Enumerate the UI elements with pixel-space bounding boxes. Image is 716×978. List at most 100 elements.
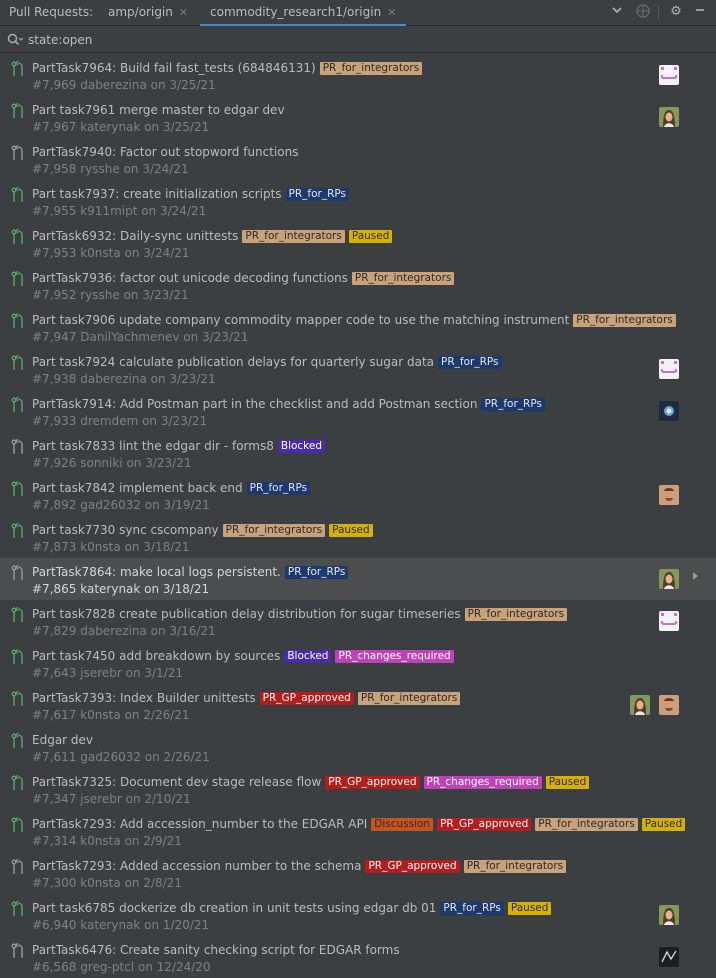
pull-request-meta: #7,829 daberezina on 3/16/21 — [32, 624, 216, 638]
pull-request-title-line: PartTask6476: Create sanity checking scr… — [32, 943, 400, 957]
pull-request-row[interactable]: PartTask7325: Document dev stage release… — [0, 768, 716, 810]
search-input[interactable]: state:open — [28, 33, 92, 47]
pull-request-title-line: Edgar dev — [32, 733, 93, 747]
pull-request-row[interactable]: PartTask6932: Daily-sync unittests PR_for… — [0, 222, 716, 264]
pull-request-row[interactable]: PartTask7293: Add accession_number to th… — [0, 810, 716, 852]
minimize-icon[interactable] — [692, 4, 708, 20]
pull-request-row[interactable]: PartTask7864: make local logs persistent… — [0, 558, 716, 600]
pull-request-title: PartTask7293: Added accession number to … — [32, 859, 362, 873]
label-badge: Blocked — [284, 650, 332, 663]
draft-pull-request-icon — [11, 144, 25, 161]
label-badge: PR_for_integrators — [535, 818, 638, 831]
pull-request-icon — [11, 102, 25, 119]
pull-request-row[interactable]: Part task7450 add breakdown by sources Bl… — [0, 642, 716, 684]
pull-request-title: Part task7842 implement back end — [32, 481, 243, 495]
tab-amp-origin[interactable]: amp/origin ✕ — [108, 0, 188, 26]
pull-request-meta: #7,643 jserebr on 3/1/21 — [32, 666, 183, 680]
pull-request-title: PartTask6932: Daily-sync unittests — [32, 229, 239, 243]
label-badge: PR_for_integrators — [319, 62, 423, 75]
pull-request-title-line: Part task7961 merge master to edgar dev — [32, 103, 285, 117]
chevron-down-icon[interactable] — [609, 4, 625, 20]
pull-request-row[interactable]: PartTask7293: Added accession number to … — [0, 852, 716, 894]
pull-request-row[interactable]: PartTask7914: Add Postman part in the ch… — [0, 390, 716, 432]
label-badge: Paused — [329, 524, 373, 537]
pull-request-row[interactable]: Part task6785 dockerize db creation in u… — [0, 894, 716, 936]
pull-request-meta: #6,940 katerynak on 1/20/21 — [32, 918, 210, 932]
chevron-right-icon[interactable] — [693, 572, 698, 580]
label-badge: PR_for_RPs — [246, 482, 311, 495]
label-badge: Paused — [545, 776, 590, 789]
pull-request-title: Part task7924 calculate publication dela… — [32, 355, 435, 369]
pull-request-title-line: PartTask7940: Factor out stopword functi… — [32, 145, 299, 159]
avatar — [659, 947, 679, 967]
pull-request-title: Part task7833 lint the edgar dir - forms… — [32, 439, 274, 453]
pull-request-icon — [11, 312, 25, 329]
pull-request-title: Part task7828 create publication delay d… — [32, 607, 461, 621]
pull-request-meta: #7,926 sonniki on 3/23/21 — [32, 456, 192, 470]
pull-request-row[interactable]: Part task7961 merge master to edgar dev #… — [0, 96, 716, 138]
avatar — [659, 107, 679, 127]
pull-request-row[interactable]: PartTask7936: factor out unicode decodin… — [0, 264, 716, 306]
pull-request-icon — [11, 690, 25, 707]
label-badge: PR_for_integrators — [357, 692, 461, 705]
pull-request-meta: #7,958 rysshe on 3/24/21 — [32, 162, 189, 176]
pull-request-row[interactable]: Part task7730 sync cscompany PR_for_integ… — [0, 516, 716, 558]
label-badge: PR_GP_approved — [437, 818, 532, 831]
tab-label: commodity_research1/origin — [210, 5, 382, 19]
pull-request-icon — [11, 186, 25, 203]
pull-request-row[interactable]: Part task7906 update company commodity m… — [0, 306, 716, 348]
pull-request-row[interactable]: Edgar dev #7,611 gad26032 on 2/26/21 — [0, 726, 716, 768]
pull-request-title: Part task7906 update company commodity m… — [32, 313, 570, 327]
globe-icon[interactable] — [635, 4, 651, 20]
pull-request-title-line: Part task7906 update company commodity m… — [32, 313, 676, 327]
pull-request-title-line: Part task6785 dockerize db creation in u… — [32, 901, 552, 915]
pull-request-meta: #7,865 katerynak on 3/18/21 — [32, 582, 210, 596]
pull-request-row[interactable]: Part task7937: create initialization scr… — [0, 180, 716, 222]
close-icon[interactable]: ✕ — [179, 6, 188, 19]
pull-request-icon — [11, 228, 25, 245]
pull-request-meta: #7,953 k0nsta on 3/24/21 — [32, 246, 190, 260]
label-badge: PR_GP_approved — [365, 860, 460, 873]
label-badge: Paused — [641, 818, 686, 831]
label-badge: PR_for_integrators — [242, 230, 345, 243]
label-badge: PR_GP_approved — [259, 692, 354, 705]
avatar — [659, 695, 679, 715]
pull-request-icon — [11, 606, 25, 623]
label-badge: PR_for_integrators — [463, 860, 567, 873]
search-bar[interactable]: state:open — [0, 27, 716, 53]
pull-request-title: PartTask7325: Document dev stage release… — [32, 775, 322, 789]
pull-request-title-line: Part task7924 calculate publication dela… — [32, 355, 502, 369]
pull-request-meta: #7,617 k0nsta on 2/26/21 — [32, 708, 190, 722]
pull-request-icon — [11, 354, 25, 371]
pull-request-title: PartTask7964: Build fail fast_tests (684… — [32, 61, 316, 75]
pull-request-row[interactable]: Part task7833 lint the edgar dir - forms… — [0, 432, 716, 474]
pull-request-row[interactable]: Part task7924 calculate publication dela… — [0, 348, 716, 390]
avatar — [659, 401, 679, 421]
label-badge: PR_for_RPs — [481, 398, 545, 411]
pull-request-icon — [11, 480, 25, 497]
pull-request-title-line: Part task7833 lint the edgar dir - forms… — [32, 439, 326, 453]
pull-request-title-line: PartTask7964: Build fail fast_tests (684… — [32, 61, 423, 75]
label-badge: PR_for_integrators — [573, 314, 676, 327]
label-badge: PR_for_RPs — [285, 188, 350, 201]
avatar — [659, 905, 679, 925]
pull-request-row[interactable]: Part task7842 implement back end PR_for_R… — [0, 474, 716, 516]
pull-request-title-line: PartTask7864: make local logs persistent… — [32, 565, 349, 579]
avatar — [659, 485, 679, 505]
pull-request-row[interactable]: PartTask7940: Factor out stopword functi… — [0, 138, 716, 180]
pull-request-meta: #7,947 DanilYachmenev on 3/23/21 — [32, 330, 249, 344]
pull-request-icon — [11, 270, 25, 287]
pull-request-icon — [11, 396, 25, 413]
pull-request-row[interactable]: PartTask7393: Index Builder unittests PR_… — [0, 684, 716, 726]
gear-icon[interactable]: ⚙ — [668, 4, 684, 20]
draft-pull-request-icon — [11, 564, 25, 581]
tab-commodity-research1-origin[interactable]: commodity_research1/origin ✕ — [200, 0, 407, 26]
pull-request-meta: #7,873 k0nsta on 3/18/21 — [32, 540, 190, 554]
pull-request-row[interactable]: PartTask7964: Build fail fast_tests (684… — [0, 54, 716, 96]
pull-request-row[interactable]: PartTask6476: Create sanity checking scr… — [0, 936, 716, 978]
pull-request-row[interactable]: Part task7828 create publication delay d… — [0, 600, 716, 642]
label-badge: PR_changes_required — [335, 650, 454, 663]
label-badge: PR_for_integrators — [464, 608, 568, 621]
pull-request-title: PartTask7864: make local logs persistent… — [32, 565, 281, 579]
close-icon[interactable]: ✕ — [387, 6, 396, 19]
